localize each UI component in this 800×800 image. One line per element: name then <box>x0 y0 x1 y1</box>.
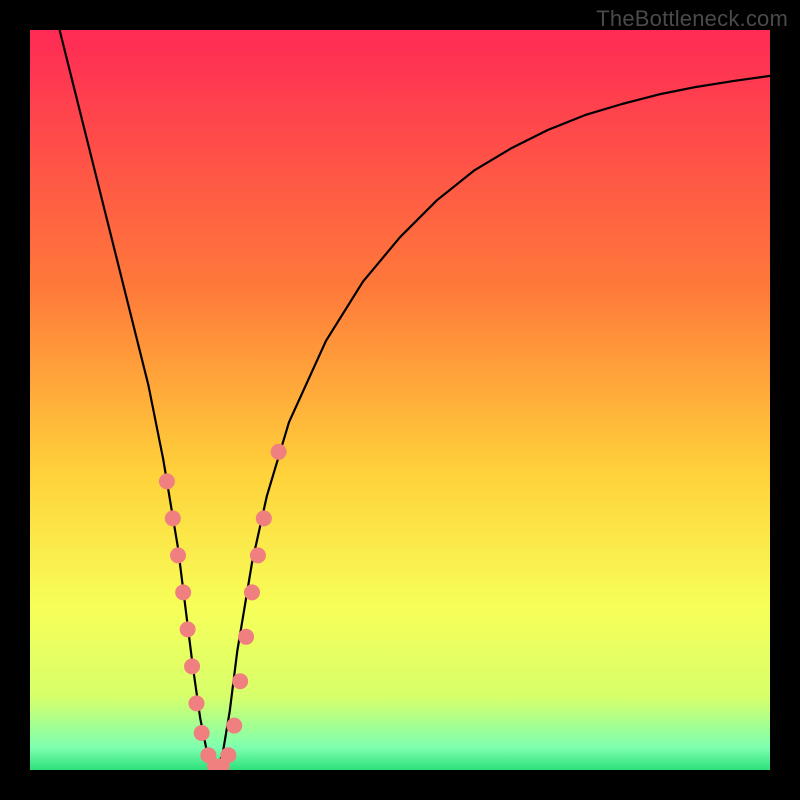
sample-point <box>170 547 186 563</box>
gradient-background <box>30 30 770 770</box>
plot-area <box>30 30 770 770</box>
sample-point <box>159 473 175 489</box>
sample-point <box>226 718 242 734</box>
sample-point <box>194 725 210 741</box>
sample-point <box>189 695 205 711</box>
chart-frame: TheBottleneck.com <box>0 0 800 800</box>
sample-point <box>232 673 248 689</box>
sample-point <box>220 747 236 763</box>
chart-svg <box>30 30 770 770</box>
sample-point <box>250 547 266 563</box>
watermark-text: TheBottleneck.com <box>596 6 788 32</box>
sample-point <box>175 584 191 600</box>
sample-point <box>165 510 181 526</box>
sample-point <box>180 621 196 637</box>
sample-point <box>184 658 200 674</box>
sample-point <box>271 444 287 460</box>
sample-point <box>256 510 272 526</box>
sample-point <box>238 629 254 645</box>
sample-point <box>244 584 260 600</box>
